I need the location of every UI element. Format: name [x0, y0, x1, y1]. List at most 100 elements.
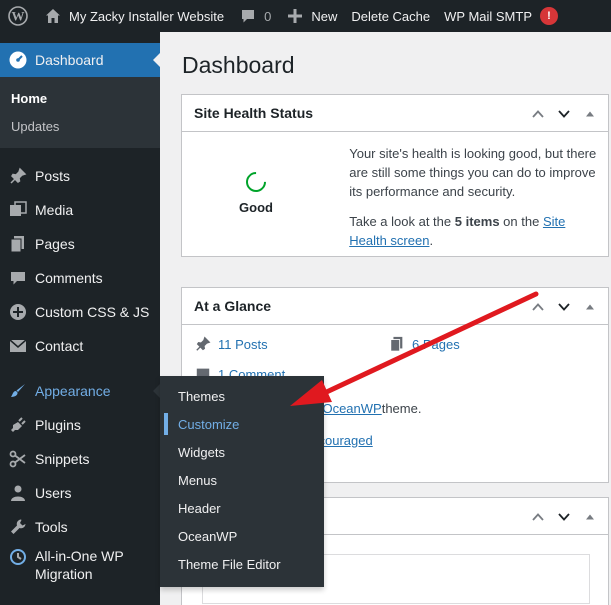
sidebar-item-comments[interactable]: Comments — [0, 261, 160, 295]
toggle-panel-button[interactable] — [580, 297, 600, 317]
comments-count: 0 — [264, 8, 272, 24]
pages-icon — [388, 335, 406, 353]
appearance-flyout-menu: Themes Customize Widgets Menus Header Oc… — [160, 376, 324, 587]
health-text: Your site's health is looking good, but … — [349, 146, 597, 199]
widget-controls — [528, 498, 600, 535]
comments-icon — [8, 268, 28, 288]
sidebar-item-users[interactable]: Users — [0, 476, 160, 510]
plug-icon — [8, 415, 28, 435]
health-items-mid: on the — [499, 214, 543, 229]
flyout-item-themes[interactable]: Themes — [160, 382, 324, 410]
chevron-up-icon — [532, 512, 544, 521]
sidebar-item-label: Users — [35, 485, 72, 501]
sidebar-item-custom-css-js[interactable]: Custom CSS & JS — [0, 295, 160, 329]
sidebar-item-dashboard[interactable]: Dashboard — [0, 43, 161, 77]
paintbrush-icon — [8, 381, 28, 401]
glance-posts-link[interactable]: 11 Posts — [194, 335, 268, 353]
toggle-panel-button[interactable] — [580, 507, 600, 527]
flyout-item-customize[interactable]: Customize — [160, 410, 324, 438]
comment-bubble-icon — [238, 6, 258, 26]
submenu-home[interactable]: Home — [0, 84, 160, 112]
glance-theme-text: ng OceanWP theme. — [308, 401, 421, 416]
caret-up-icon — [586, 514, 594, 519]
pin-icon — [194, 335, 212, 353]
site-name-link[interactable]: My Zacky Installer Website — [36, 0, 231, 32]
plus-icon — [285, 6, 305, 26]
delete-cache-label: Delete Cache — [351, 8, 431, 24]
sidebar-item-label: Posts — [35, 168, 71, 184]
move-down-button[interactable] — [554, 104, 574, 124]
sidebar-item-tools[interactable]: Tools — [0, 510, 160, 544]
toggle-panel-button[interactable] — [580, 104, 600, 124]
admin-bar: W My Zacky Installer Website 0 New Delet… — [0, 0, 611, 32]
migration-label-line1: All-in-One WP — [35, 548, 124, 564]
wp-mail-smtp-link[interactable]: WP Mail SMTP ! — [437, 0, 565, 32]
health-items-post: . — [429, 233, 434, 248]
chevron-down-icon — [558, 512, 570, 521]
sidebar-item-label: Contact — [35, 338, 84, 354]
glance-pages-label: 6 Pages — [412, 336, 460, 352]
sidebar-item-pages[interactable]: Pages — [0, 227, 160, 261]
sidebar-item-contact[interactable]: Contact — [0, 329, 160, 363]
mail-icon — [8, 336, 28, 356]
comments-link[interactable]: 0 — [231, 0, 278, 32]
sidebar-item-label: All-in-One WP Migration — [35, 547, 124, 583]
wrench-icon — [8, 517, 28, 537]
dashboard-submenu: Home Updates — [0, 77, 160, 148]
sidebar-item-label: Plugins — [35, 417, 81, 433]
caret-up-icon — [586, 304, 594, 309]
sidebar-item-label: Comments — [35, 270, 103, 286]
flyout-item-menus[interactable]: Menus — [160, 466, 324, 494]
submenu-updates[interactable]: Updates — [0, 112, 160, 140]
sidebar-item-label: Snippets — [35, 451, 90, 467]
sidebar-item-plugins[interactable]: Plugins — [0, 408, 160, 442]
widget-controls — [528, 288, 600, 325]
sidebar-item-label: Dashboard — [35, 52, 104, 68]
move-up-button[interactable] — [528, 507, 548, 527]
sidebar-item-posts[interactable]: Posts — [0, 159, 160, 193]
smtp-alert-badge: ! — [540, 7, 559, 25]
widget-header: At a Glance — [182, 288, 608, 325]
health-indicator: Good — [182, 132, 337, 256]
home-icon — [43, 6, 63, 26]
widget-title: Site Health Status — [194, 105, 314, 121]
glance-theme-post: theme. — [381, 401, 422, 416]
chevron-up-icon — [532, 109, 544, 118]
sidebar-item-label: Tools — [35, 519, 68, 535]
flyout-item-oceanwp[interactable]: OceanWP — [160, 522, 324, 550]
wordpress-logo-icon: W — [8, 6, 28, 26]
wordpress-logo-button[interactable]: W — [0, 0, 36, 32]
pin-icon — [8, 166, 28, 186]
sidebar-item-all-in-one-wp-migration[interactable]: All-in-One WP Migration — [0, 544, 160, 588]
page-title: Dashboard — [182, 52, 295, 78]
scissors-icon — [8, 449, 28, 469]
site-health-body: Good Your site's health is looking good,… — [182, 132, 608, 256]
health-items-pre: Take a look at the — [349, 214, 455, 229]
widget-header: Site Health Status — [182, 95, 608, 132]
sidebar-item-media[interactable]: Media — [0, 193, 160, 227]
delete-cache-link[interactable]: Delete Cache — [344, 0, 437, 32]
sidebar-item-label: Pages — [35, 236, 75, 252]
move-down-button[interactable] — [554, 297, 574, 317]
flyout-item-theme-file-editor[interactable]: Theme File Editor — [160, 550, 324, 578]
media-icon — [8, 200, 28, 220]
move-up-button[interactable] — [528, 104, 548, 124]
site-name-label: My Zacky Installer Website — [69, 8, 225, 24]
flyout-item-header[interactable]: Header — [160, 494, 324, 522]
admin-sidebar: Dashboard Home Updates Posts Media Pages… — [0, 32, 161, 605]
chevron-down-icon — [558, 302, 570, 311]
plus-circle-icon — [8, 302, 28, 322]
widget-controls — [528, 95, 600, 132]
widget-title: At a Glance — [194, 298, 272, 314]
glance-posts-label: 11 Posts — [218, 336, 268, 352]
svg-text:W: W — [12, 9, 25, 24]
health-description: Your site's health is looking good, but … — [337, 132, 608, 256]
sidebar-item-snippets[interactable]: Snippets — [0, 442, 160, 476]
move-up-button[interactable] — [528, 297, 548, 317]
move-down-button[interactable] — [554, 507, 574, 527]
sidebar-item-appearance[interactable]: Appearance — [0, 374, 161, 408]
glance-pages-link[interactable]: 6 Pages — [388, 335, 460, 353]
flyout-item-widgets[interactable]: Widgets — [160, 438, 324, 466]
oceanwp-theme-link[interactable]: OceanWP — [322, 401, 381, 416]
new-content-link[interactable]: New — [278, 0, 344, 32]
